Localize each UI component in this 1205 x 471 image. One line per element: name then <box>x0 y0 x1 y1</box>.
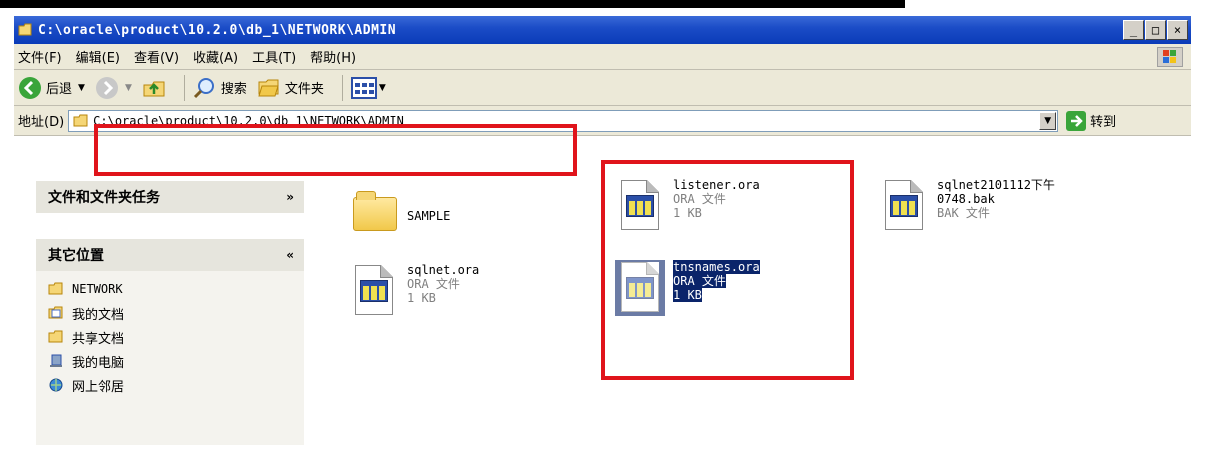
go-button[interactable]: 转到 <box>1066 110 1117 131</box>
folder-icon <box>18 23 34 37</box>
menu-help[interactable]: 帮助(H) <box>310 47 356 66</box>
place-network-places[interactable]: 网上邻居 <box>48 373 292 397</box>
minimize-button[interactable]: _ <box>1123 20 1144 40</box>
place-label: 我的电脑 <box>72 355 125 371</box>
file-type: BAK 文件 <box>937 206 990 220</box>
file-type: ORA 文件 <box>673 192 726 206</box>
file-item-listener[interactable]: listener.ora ORA 文件 1 KB <box>615 178 760 234</box>
file-list: SAMPLE sqlnet.ora ORA 文件 1 KB listener.o… <box>319 137 1191 471</box>
folders-button[interactable]: 文件夹 <box>257 76 324 100</box>
windows-logo-icon <box>1157 47 1183 67</box>
ora-file-icon <box>615 178 665 234</box>
file-type: ORA 文件 <box>407 277 460 291</box>
back-label: 后退 <box>46 82 73 97</box>
file-tasks-header[interactable]: 文件和文件夹任务 » <box>36 181 304 213</box>
folders-icon <box>258 79 279 96</box>
go-arrow-icon <box>1066 110 1087 131</box>
documents-folder-icon <box>48 306 64 320</box>
place-my-computer[interactable]: 我的电脑 <box>48 349 292 373</box>
file-size: 1 KB <box>673 288 702 302</box>
address-path: C:\oracle\product\10.2.0\db_1\NETWORK\AD… <box>93 113 404 128</box>
collapse-chevron-icon[interactable]: « <box>286 248 294 262</box>
file-name-line2: 0748.bak <box>937 192 995 206</box>
toolbar-separator <box>183 74 185 101</box>
close-button[interactable]: × <box>1167 20 1188 40</box>
place-label: 共享文档 <box>72 331 125 347</box>
file-tasks-title: 文件和文件夹任务 <box>48 190 160 206</box>
file-name: listener.ora <box>673 178 760 192</box>
address-input[interactable]: C:\oracle\product\10.2.0\db_1\NETWORK\AD… <box>68 109 1059 132</box>
file-size: 1 KB <box>673 206 702 220</box>
file-name-line1: sqlnet2101112下午 <box>937 178 1055 192</box>
views-button[interactable]: ▼ <box>350 76 386 99</box>
top-strip <box>0 0 1205 16</box>
file-item-sqlnet-bak[interactable]: sqlnet2101112下午 0748.bak BAK 文件 <box>879 178 1055 234</box>
menu-edit[interactable]: 编辑(E) <box>76 47 120 66</box>
network-globe-icon <box>48 378 64 392</box>
file-name: SAMPLE <box>407 209 451 223</box>
expand-chevron-icon[interactable]: » <box>286 190 294 204</box>
task-pane: 文件和文件夹任务 » 其它位置 « NETWORK 我的文档 共享文档 我的电脑… <box>14 137 319 471</box>
bak-file-icon <box>879 178 929 234</box>
search-label: 搜索 <box>220 82 247 97</box>
file-item-tnsnames[interactable]: tnsnames.ora ORA 文件 1 KB <box>615 260 760 316</box>
other-places-header[interactable]: 其它位置 « <box>36 239 304 271</box>
place-label: 我的文档 <box>72 307 125 323</box>
place-label: 网上邻居 <box>72 379 125 395</box>
title-bar[interactable]: C:\oracle\product\10.2.0\db_1\NETWORK\AD… <box>14 16 1191 44</box>
up-folder-button[interactable] <box>142 76 166 100</box>
maximize-button[interactable]: □ <box>1145 20 1166 40</box>
menu-view[interactable]: 查看(V) <box>134 47 179 66</box>
place-label: NETWORK <box>72 282 123 296</box>
file-type: ORA 文件 <box>673 274 726 288</box>
forward-dropdown-icon[interactable]: ▼ <box>125 83 132 93</box>
back-button[interactable]: 后退 ▼ <box>18 76 85 100</box>
file-tasks-panel: 文件和文件夹任务 » <box>36 181 304 213</box>
explorer-window: C:\oracle\product\10.2.0\db_1\NETWORK\AD… <box>14 16 1205 471</box>
go-label: 转到 <box>1090 115 1117 130</box>
address-bar: 地址(D) C:\oracle\product\10.2.0\db_1\NETW… <box>14 106 1191 136</box>
menu-bar: 文件(F) 编辑(E) 查看(V) 收藏(A) 工具(T) 帮助(H) <box>14 44 1191 70</box>
place-network-folder[interactable]: NETWORK <box>48 277 292 301</box>
place-my-documents[interactable]: 我的文档 <box>48 301 292 325</box>
views-icon <box>350 76 377 99</box>
menu-tools[interactable]: 工具(T) <box>252 47 296 66</box>
menu-file[interactable]: 文件(F) <box>18 47 62 66</box>
toolbar-separator <box>341 74 343 101</box>
file-name: sqlnet.ora <box>407 263 480 277</box>
address-dropdown-button[interactable]: ▼ <box>1039 111 1057 130</box>
back-dropdown-icon[interactable]: ▼ <box>78 83 85 93</box>
folder-icon <box>48 282 64 296</box>
folder-icon <box>48 330 64 344</box>
toolbar: 后退 ▼ ▼ 搜索 文件夹 ▼ <box>14 70 1191 106</box>
search-icon <box>193 77 214 98</box>
window-title: C:\oracle\product\10.2.0\db_1\NETWORK\AD… <box>38 22 397 38</box>
views-dropdown-icon[interactable]: ▼ <box>379 83 386 93</box>
back-arrow-icon <box>19 76 41 99</box>
folder-icon <box>349 187 399 243</box>
folder-icon <box>73 114 88 126</box>
forward-button[interactable]: ▼ <box>95 76 132 100</box>
computer-icon <box>48 354 64 368</box>
other-places-panel: 其它位置 « NETWORK 我的文档 共享文档 我的电脑 网上邻居 <box>36 239 304 445</box>
other-places-title: 其它位置 <box>48 248 104 264</box>
ora-file-icon <box>615 260 665 316</box>
file-name: tnsnames.ora <box>673 260 760 274</box>
address-label: 地址(D) <box>18 115 65 130</box>
forward-arrow-icon <box>95 76 118 99</box>
ora-file-icon <box>349 263 399 319</box>
file-item-sqlnet[interactable]: sqlnet.ora ORA 文件 1 KB <box>349 263 479 319</box>
search-button[interactable]: 搜索 <box>193 76 247 100</box>
file-item-sample[interactable]: SAMPLE <box>349 187 450 243</box>
folders-label: 文件夹 <box>284 82 324 97</box>
top-strip-bar <box>0 0 905 8</box>
menu-favorites[interactable]: 收藏(A) <box>193 47 238 66</box>
up-folder-icon <box>143 81 165 96</box>
file-size: 1 KB <box>407 291 436 305</box>
place-shared-documents[interactable]: 共享文档 <box>48 325 292 349</box>
